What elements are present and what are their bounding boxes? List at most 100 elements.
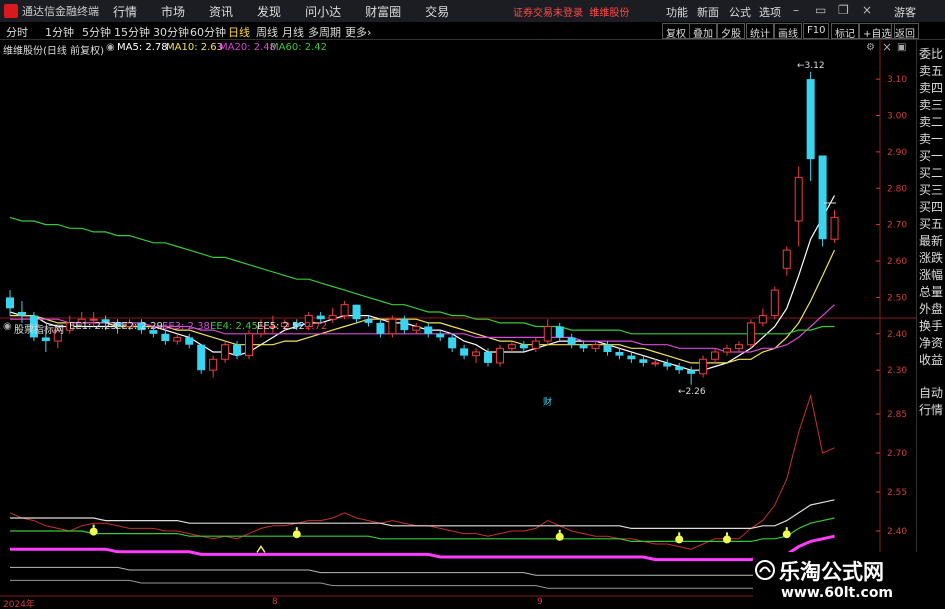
candle-body-down	[603, 344, 612, 352]
candle-body-up	[495, 347, 504, 364]
candle-body-up	[340, 304, 349, 317]
ee4-legend: EE4: 2.45	[210, 321, 258, 332]
panel-item-sell5[interactable]: 卖五	[919, 63, 945, 79]
signal-dot	[723, 535, 731, 544]
indicator-line-ee1	[10, 574, 835, 589]
candle-body-down	[400, 319, 409, 331]
candle-body-down	[376, 322, 385, 334]
high-annotation: ←3.12	[797, 61, 825, 71]
candle-body-down	[424, 326, 433, 334]
watermark: 乐淘公式网 www.60lt.com	[753, 552, 945, 609]
panel-item-auto[interactable]: 自动	[919, 385, 945, 401]
candle-body-up	[173, 336, 182, 342]
candle-body-up	[782, 249, 791, 269]
candle-body-down	[579, 344, 588, 349]
candle-body-up	[328, 315, 337, 320]
signal-stem	[726, 532, 728, 536]
candle-body-down	[448, 337, 457, 349]
date-label-sep: 9	[537, 597, 543, 607]
panel-item-latest[interactable]: 最新	[919, 233, 945, 249]
watermark-url: www.60lt.com	[781, 585, 894, 601]
signal-dot	[782, 530, 791, 539]
panel-item-sell3[interactable]: 卖三	[919, 97, 945, 113]
indicator-line-ee5	[10, 499, 835, 530]
candle-body-down	[484, 351, 492, 363]
panel-item-buy3[interactable]: 买三	[919, 182, 945, 198]
ind-y-tick-label: 2.55	[887, 488, 907, 498]
y-tick-label: 2.70	[887, 221, 907, 231]
candle-body-down	[687, 370, 696, 374]
panel-item-change-pct[interactable]: 涨幅	[919, 267, 945, 283]
signal-stem	[92, 524, 95, 528]
panel-item-earnings[interactable]: 收益	[919, 352, 945, 368]
ma5-legend: MA5: 2.78	[117, 42, 168, 53]
panel-item-buy4[interactable]: 买四	[919, 199, 945, 215]
chart-settings-icon[interactable]: ⚙	[866, 42, 875, 53]
candle-body-down	[460, 348, 469, 356]
ee2-legend: EE2: 2.29	[115, 321, 163, 332]
indicator-settings-icon[interactable]: ◉	[3, 321, 12, 332]
candle-body-up	[723, 347, 731, 353]
candle-body-down	[615, 351, 624, 356]
ma10-legend: MA10: 2.63	[166, 42, 224, 53]
charts-canvas[interactable]: 3.10 3.00 2.90 2.80 2.70 2.60 2.50 2.40 2.30 2.85…	[0, 0, 916, 609]
low-annotation: ←2.26	[678, 387, 706, 397]
candle-body-down	[639, 359, 648, 363]
panel-item-change[interactable]: 涨跌	[919, 250, 945, 266]
y-tick-label: 2.50	[887, 293, 907, 303]
candle-body-down	[627, 355, 636, 360]
chart-toggle-icon[interactable]: ▣	[897, 42, 906, 53]
panel-item-volume[interactable]: 总量	[919, 284, 945, 300]
panel-item-outer[interactable]: 外盘	[919, 301, 945, 317]
candle-body-up	[794, 176, 803, 222]
candle-body-up	[746, 322, 755, 346]
panel-item-ratio[interactable]: 委比	[919, 46, 945, 62]
candle-body-up	[651, 362, 660, 365]
signal-stem	[295, 527, 298, 531]
panel-item-turnover[interactable]: 换手	[919, 318, 945, 334]
panel-item-sell2[interactable]: 卖二	[919, 114, 945, 130]
ma60-legend: MA60: 2.42	[270, 42, 328, 53]
candle-body-down	[675, 366, 684, 371]
candle-body-down	[17, 311, 26, 316]
ma-line-ma5	[9, 195, 836, 371]
candle-body-up	[507, 344, 516, 349]
candle-body-up	[830, 216, 839, 240]
signal-dot	[675, 535, 684, 544]
panel-item-buy2[interactable]: 买二	[919, 165, 945, 181]
y-tick-label: 2.90	[887, 148, 907, 158]
ind-y-tick-label: 2.70	[887, 449, 907, 459]
candle-body-up	[245, 333, 253, 357]
candle-body-up	[531, 340, 540, 349]
ma-line-ma60	[9, 216, 835, 335]
indicator-name[interactable]: 股票指标网	[14, 321, 64, 336]
ind-y-tick-label: 2.85	[887, 410, 907, 420]
candle-body-down	[6, 297, 14, 309]
chart-close-icon[interactable]: ×	[882, 40, 892, 54]
up-arrow-icon	[256, 545, 266, 553]
panel-item-quote[interactable]: 行情	[919, 402, 945, 418]
finance-marker[interactable]: 财	[543, 396, 552, 408]
candle-body-up	[711, 351, 720, 360]
panel-item-sell4[interactable]: 卖四	[919, 80, 945, 96]
y-tick-label: 3.10	[887, 75, 907, 85]
candle-body-up	[472, 351, 481, 357]
panel-item-net-assets[interactable]: 净资	[919, 335, 945, 351]
candle-body-down	[364, 319, 373, 323]
panel-item-sell1[interactable]: 卖一	[919, 131, 945, 147]
candle-body-up	[209, 358, 218, 371]
y-tick-label: 2.60	[887, 257, 907, 267]
candle-body-down	[233, 344, 242, 356]
y-tick-label: 2.30	[887, 366, 907, 376]
quote-side-panel: 委比 卖五 卖四 卖三 卖二 卖一 买一 买二 买三 买四 买五 最新 涨跌 涨…	[916, 40, 945, 609]
signal-stem	[678, 532, 681, 536]
candle-body-down	[316, 315, 325, 320]
stock-legend[interactable]: 维维股份(日线 前复权)	[3, 42, 104, 57]
signal-stem	[785, 527, 788, 531]
panel-item-buy5[interactable]: 买五	[919, 216, 945, 232]
panel-item-buy1[interactable]: 买一	[919, 148, 945, 164]
candle-body-down	[818, 155, 827, 240]
candle-body-up	[758, 315, 767, 324]
candle-body-down	[555, 326, 564, 338]
settings-icon[interactable]: ◉	[106, 42, 115, 53]
